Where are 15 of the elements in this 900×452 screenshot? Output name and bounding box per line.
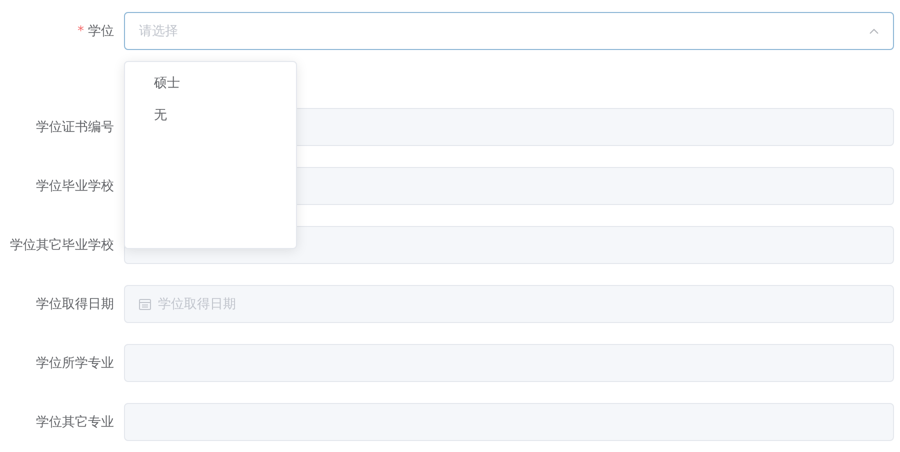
calendar-icon <box>139 298 151 310</box>
input-field[interactable] <box>124 403 894 441</box>
field-label: 学位取得日期 <box>36 296 114 313</box>
field-label: 学位所学专业 <box>36 355 114 372</box>
caret-icon <box>869 28 879 34</box>
field-label: 学位其它专业 <box>36 414 114 431</box>
placeholder-text: 请选择 <box>139 23 178 40</box>
field-label: 学位 <box>88 23 114 40</box>
field-label: 学位毕业学校 <box>36 178 114 195</box>
required-mark: * <box>78 24 84 38</box>
dropdown-option[interactable]: 无 <box>125 100 296 132</box>
dropdown-option[interactable]: 硕士 <box>125 68 296 100</box>
input-field[interactable] <box>124 344 894 382</box>
field-label: 学位其它毕业学校 <box>10 237 114 254</box>
field-label: 学位证书编号 <box>36 119 114 136</box>
